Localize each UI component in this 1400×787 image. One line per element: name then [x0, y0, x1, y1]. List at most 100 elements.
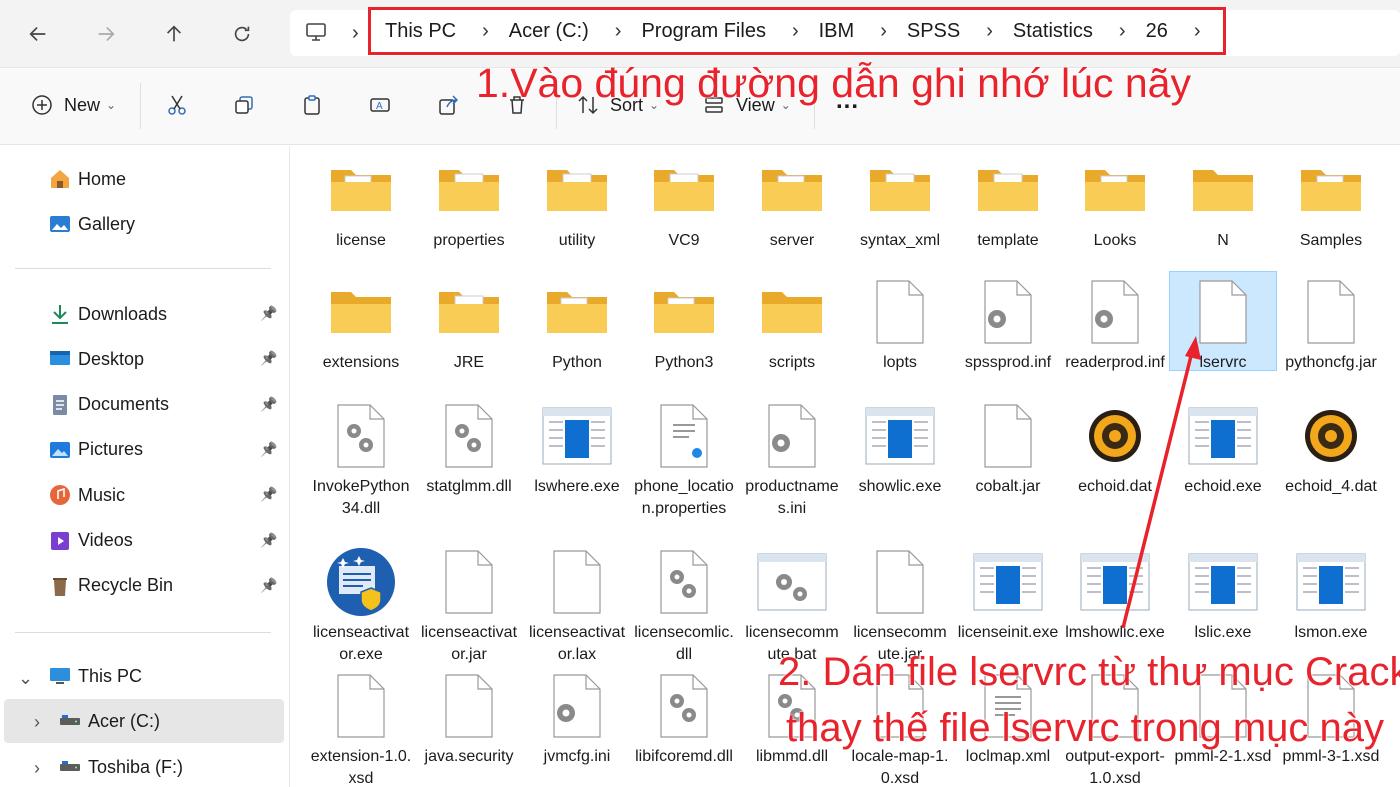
- file-item[interactable]: license: [308, 150, 414, 252]
- chevron-right-icon[interactable]: ›: [34, 758, 40, 779]
- file-name: licenseactivator.lax: [528, 624, 626, 663]
- file-item[interactable]: statglmm.dll: [416, 396, 522, 498]
- pin-icon[interactable]: 📌: [260, 350, 277, 367]
- copy-button[interactable]: [232, 93, 256, 117]
- file-item[interactable]: template: [955, 150, 1061, 252]
- file-item[interactable]: extension-1.0.xsd: [308, 666, 414, 787]
- file-item[interactable]: Python: [524, 272, 630, 374]
- nav-gallery[interactable]: Gallery: [48, 209, 135, 239]
- file-item[interactable]: lmshowlic.exe: [1062, 542, 1168, 644]
- address-bar[interactable]: › This PC › Acer (C:) › Program Files › IBM › SP…: [290, 7, 1400, 56]
- file-item[interactable]: licenseinit.exe: [955, 542, 1061, 644]
- refresh-button[interactable]: [222, 14, 262, 54]
- file-item[interactable]: utility: [524, 150, 630, 252]
- batch-file-icon: [739, 542, 845, 622]
- file-item[interactable]: licenseactivator.lax: [524, 542, 630, 666]
- file-item[interactable]: readerprod.inf: [1062, 272, 1168, 374]
- file-name: phone_location.properties: [634, 478, 734, 517]
- chevron-right-icon[interactable]: ›: [34, 712, 40, 733]
- share-button[interactable]: [437, 93, 461, 117]
- chevron-right-icon[interactable]: ›: [780, 20, 811, 43]
- cut-button[interactable]: [165, 93, 189, 117]
- file-name: licensecomlic.dll: [634, 624, 734, 663]
- nav-music[interactable]: Music: [48, 480, 125, 510]
- file-item[interactable]: jvmcfg.ini: [524, 666, 630, 768]
- breadcrumb-item[interactable]: IBM ›: [811, 20, 899, 43]
- back-button[interactable]: [18, 14, 58, 54]
- file-item[interactable]: echoid.exe: [1170, 396, 1276, 498]
- nav-this-pc[interactable]: This PC: [48, 661, 142, 691]
- file-item[interactable]: JRE: [416, 272, 522, 374]
- breadcrumb-item[interactable]: SPSS ›: [899, 20, 1005, 43]
- chevron-right-icon[interactable]: ›: [974, 20, 1005, 43]
- file-item[interactable]: scripts: [739, 272, 845, 374]
- rename-button[interactable]: A: [368, 93, 392, 117]
- chevron-right-icon[interactable]: ›: [1107, 20, 1138, 43]
- file-item[interactable]: lswhere.exe: [524, 396, 630, 498]
- file-item[interactable]: Python3: [631, 272, 737, 374]
- file-item[interactable]: productnames.ini: [739, 396, 845, 520]
- file-item[interactable]: Samples: [1278, 150, 1384, 252]
- up-button[interactable]: [154, 14, 194, 54]
- file-item[interactable]: licenseactivator.exe: [308, 542, 414, 666]
- breadcrumb-item[interactable]: 26 ›: [1138, 20, 1213, 43]
- paste-button[interactable]: [300, 93, 324, 117]
- file-item[interactable]: lsmon.exe: [1278, 542, 1384, 644]
- file-item[interactable]: echoid.dat: [1062, 396, 1168, 498]
- nav-recycle-bin[interactable]: Recycle Bin: [48, 571, 173, 601]
- file-item[interactable]: echoid_4.dat: [1278, 396, 1384, 498]
- file-item[interactable]: extensions: [308, 272, 414, 374]
- file-item[interactable]: java.security: [416, 666, 522, 768]
- nav-desktop[interactable]: Desktop: [48, 344, 144, 374]
- forward-arrow-icon: [98, 26, 115, 42]
- breadcrumb-item[interactable]: This PC ›: [377, 20, 501, 43]
- breadcrumb-item[interactable]: Program Files ›: [633, 20, 810, 43]
- file-item[interactable]: N: [1170, 150, 1276, 252]
- pin-icon[interactable]: 📌: [260, 396, 277, 413]
- file-item[interactable]: server: [739, 150, 845, 252]
- file-item[interactable]: lservrc: [1169, 271, 1277, 371]
- file-name: lswhere.exe: [534, 478, 620, 495]
- file-item[interactable]: VC9: [631, 150, 737, 252]
- file-item[interactable]: InvokePython34.dll: [308, 396, 414, 520]
- file-item[interactable]: properties: [416, 150, 522, 252]
- chevron-right-icon[interactable]: ›: [603, 20, 634, 43]
- file-item[interactable]: licenseactivator.jar: [416, 542, 522, 666]
- folder-icon: [1062, 150, 1168, 230]
- chevron-right-icon[interactable]: ›: [470, 20, 501, 43]
- file-item[interactable]: licensecommute.bat: [739, 542, 845, 666]
- chevron-right-icon[interactable]: ›: [868, 20, 899, 43]
- forward-button[interactable]: [86, 14, 126, 54]
- pin-icon[interactable]: 📌: [260, 577, 277, 594]
- file-item[interactable]: Looks: [1062, 150, 1168, 252]
- pin-icon[interactable]: 📌: [260, 305, 277, 322]
- file-item[interactable]: spssprod.inf: [955, 272, 1061, 374]
- pin-icon[interactable]: 📌: [260, 441, 277, 458]
- file-item[interactable]: lopts: [847, 272, 953, 374]
- chevron-down-icon[interactable]: ⌄: [18, 668, 33, 689]
- chevron-right-icon[interactable]: ›: [1182, 20, 1213, 43]
- nav-this-pc-label: This PC: [78, 665, 143, 686]
- new-button[interactable]: New ⌄: [30, 93, 116, 117]
- file-item[interactable]: lslic.exe: [1170, 542, 1276, 644]
- nav-pictures[interactable]: Pictures: [48, 435, 143, 465]
- nav-videos[interactable]: Videos: [48, 526, 133, 556]
- pin-icon[interactable]: 📌: [260, 532, 277, 549]
- file-item[interactable]: syntax_xml: [847, 150, 953, 252]
- file-item[interactable]: licensecomlic.dll: [631, 542, 737, 666]
- nav-downloads[interactable]: Downloads: [48, 299, 167, 329]
- pin-icon[interactable]: 📌: [260, 486, 277, 503]
- file-item[interactable]: cobalt.jar: [955, 396, 1061, 498]
- nav-home[interactable]: Home: [48, 164, 126, 194]
- file-item[interactable]: showlic.exe: [847, 396, 953, 498]
- file-item[interactable]: phone_location.properties: [631, 396, 737, 520]
- file-name: statglmm.dll: [426, 478, 512, 495]
- breadcrumb-item[interactable]: Acer (C:) ›: [501, 20, 634, 43]
- file-item[interactable]: licensecommute.jar: [847, 542, 953, 666]
- nav-documents[interactable]: Documents: [48, 390, 169, 420]
- breadcrumb-item[interactable]: Statistics ›: [1005, 20, 1138, 43]
- nav-drive-0[interactable]: Acer (C:): [58, 706, 160, 736]
- file-item[interactable]: pythoncfg.jar: [1278, 272, 1384, 374]
- file-item[interactable]: libifcoremd.dll: [631, 666, 737, 768]
- nav-drive-1[interactable]: Toshiba (F:): [58, 752, 183, 782]
